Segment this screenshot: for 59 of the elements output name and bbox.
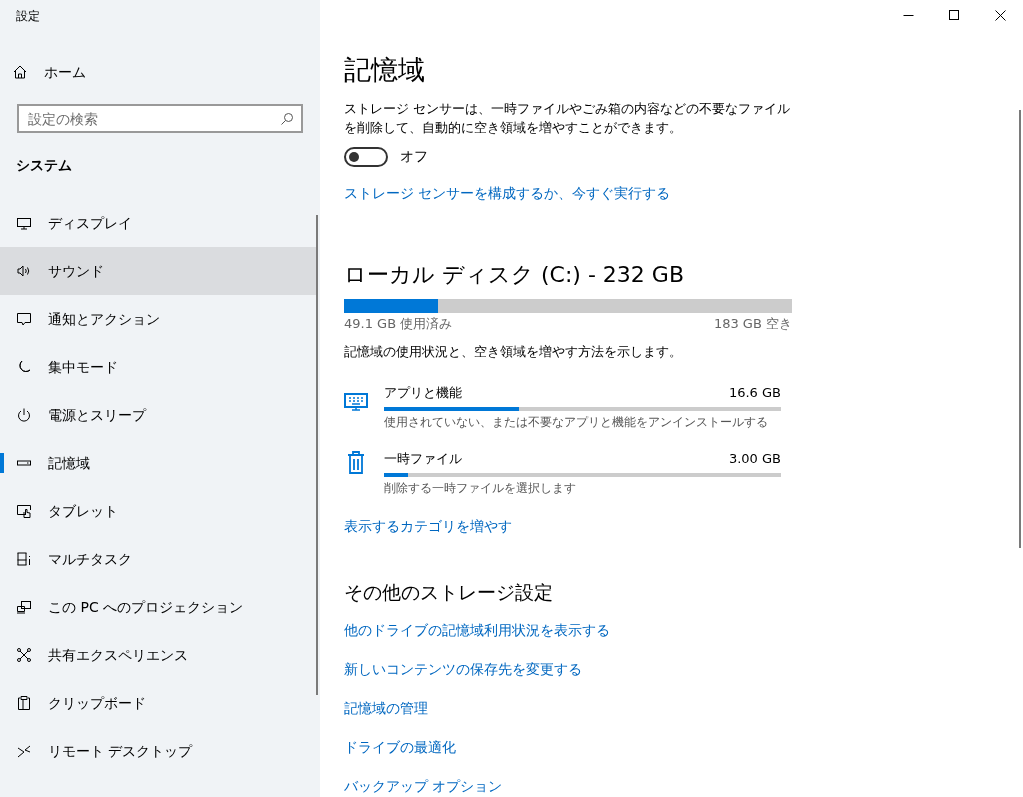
speech-bubble-icon — [16, 311, 32, 327]
toggle-switch[interactable] — [344, 146, 388, 167]
sidebar-item[interactable]: この PC へのプロジェクション — [0, 583, 316, 631]
search-icon — [280, 112, 294, 126]
free-label: 183 GB 空き — [713, 315, 792, 333]
sidebar-item[interactable]: 記憶域 — [0, 439, 316, 487]
scrollbar-thumb[interactable] — [1019, 110, 1021, 548]
section-heading: システム — [16, 156, 72, 175]
toggle-label: オフ — [400, 147, 428, 166]
configure-link[interactable]: ストレージ センサーを構成するか、今すぐ実行する — [344, 183, 804, 204]
section-heading: ローカル ディスク (C:) - 232 GB — [344, 261, 685, 289]
sidebar-item[interactable]: リモート デスクトップ — [0, 727, 316, 775]
projector-icon — [16, 599, 32, 615]
section-heading: その他のストレージ設定 — [344, 580, 554, 605]
category-description: 削除する一時ファイルを選択します — [384, 480, 577, 497]
settings-link[interactable]: 記憶域の管理 — [344, 698, 804, 718]
sidebar-item[interactable]: ディスプレイ — [0, 199, 316, 247]
home-link[interactable]: ホーム — [12, 58, 86, 86]
used-label: 49.1 GB 使用済み — [344, 315, 453, 333]
settings-link[interactable]: バックアップ オプション — [344, 776, 804, 796]
description-text: 記憶域の使用状況と、空き領域を増やす方法を示します。 — [344, 342, 683, 361]
sidebar-item[interactable]: サウンド — [0, 247, 316, 295]
search-field[interactable]: 設定の検索 — [17, 104, 303, 133]
display-icon — [16, 215, 32, 231]
sidebar-item[interactable]: 電源とスリープ — [0, 391, 316, 439]
page-title: 記憶域 — [344, 53, 426, 87]
power-icon — [16, 407, 32, 423]
storage-category[interactable]: 一時ファイル 3.00 GB 削除する一時ファイルを選択します — [344, 450, 804, 497]
keyboard-monitor-icon — [344, 392, 368, 411]
settings-link[interactable]: 新しいコンテンツの保存先を変更する — [344, 659, 804, 679]
description-text: ストレージ センサーは、一時ファイルやごみ箱の内容などの不要なファイルを削除して、自動的に空き領域を増やすことができます。 — [344, 100, 792, 137]
maximize-icon — [948, 10, 960, 21]
category-size: 3.00 GB — [728, 450, 781, 468]
sidebar-item[interactable]: 集中モード — [0, 343, 316, 391]
remote-icon — [16, 743, 32, 759]
sidebar-item[interactable]: マルチタスク — [0, 535, 316, 583]
storage-category[interactable]: アプリと機能 16.6 GB 使用されていない、または不要なアプリと機能をアンインストールする — [344, 384, 804, 431]
clipboard-icon — [16, 695, 32, 711]
category-size: 16.6 GB — [728, 384, 781, 402]
category-description: 使用されていない、または不要なアプリと機能をアンインストールする — [384, 414, 769, 431]
sidebar-item[interactable]: 通知とアクション — [0, 295, 316, 343]
window-title: 設定 — [16, 8, 40, 25]
scrollbar-thumb[interactable] — [316, 215, 318, 695]
network-icon — [16, 647, 32, 663]
more-categories-link[interactable]: 表示するカテゴリを増やす — [344, 516, 804, 537]
sidebar-item[interactable]: 共有エクスペリエンス — [0, 631, 316, 679]
tablet-icon — [16, 503, 32, 519]
speaker-icon — [16, 263, 32, 279]
moon-icon — [16, 359, 32, 375]
sidebar-item[interactable]: タブレット — [0, 487, 316, 535]
settings-link[interactable]: ドライブの最適化 — [344, 737, 804, 757]
home-icon — [12, 64, 28, 80]
category-name: アプリと機能 — [384, 384, 462, 402]
sidebar-item[interactable]: クリップボード — [0, 679, 316, 727]
close-icon — [994, 10, 1006, 21]
settings-link[interactable]: 他のドライブの記憶域利用状況を表示する — [344, 620, 804, 640]
category-name: 一時ファイル — [384, 450, 462, 468]
multitask-icon — [16, 551, 32, 567]
trash-icon — [346, 450, 366, 474]
